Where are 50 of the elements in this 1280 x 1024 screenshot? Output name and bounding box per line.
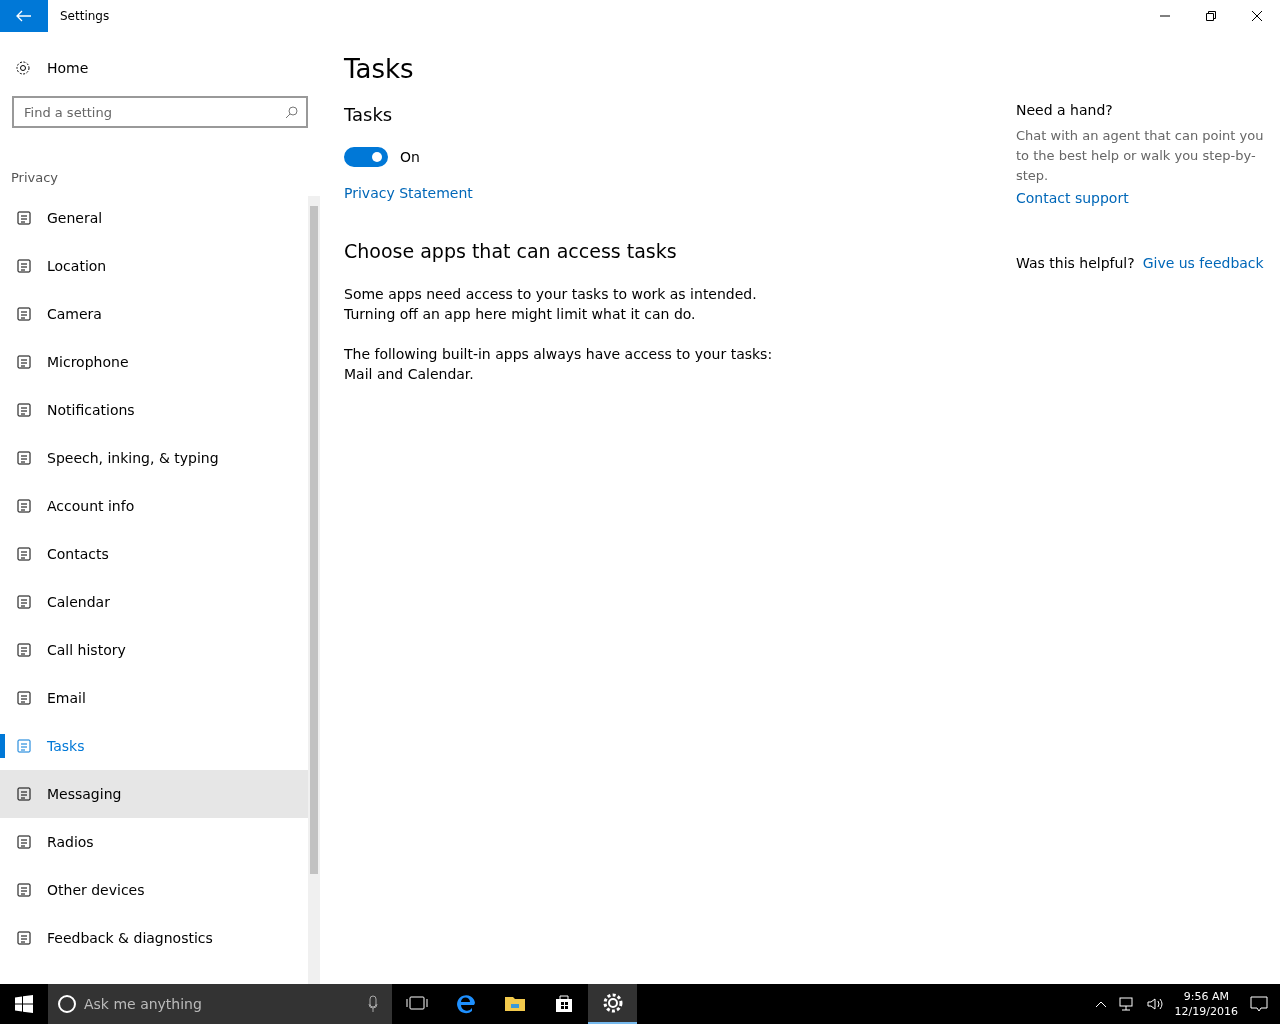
section-heading: Choose apps that can access tasks: [344, 240, 678, 262]
toggle-switch[interactable]: [344, 147, 388, 167]
search-field[interactable]: Find a setting: [12, 96, 308, 128]
window-title: Settings: [60, 9, 110, 23]
description-text: The following built-in apps always have access to your tasks: Mail and Calendar.: [344, 345, 774, 384]
sidebar-item[interactable]: Messaging: [0, 770, 308, 818]
help-title: Need a hand?: [1016, 102, 1114, 118]
chevron-up-icon: [1094, 1000, 1107, 1008]
section-title: Tasks: [344, 104, 394, 125]
feedback-link[interactable]: Give us feedback: [1142, 255, 1264, 271]
sidebar-item[interactable]: Call history: [0, 626, 308, 674]
sidebar-item[interactable]: Radios: [0, 818, 308, 866]
speaker-icon: [1146, 997, 1163, 1011]
back-button[interactable]: [0, 0, 48, 32]
sidebar-item[interactable]: Speech, inking, & typing: [0, 434, 308, 482]
taskbar-search-field[interactable]: Ask me anything: [48, 984, 392, 1024]
sidebar-item[interactable]: Contacts: [0, 530, 308, 578]
close-icon: [1252, 11, 1262, 21]
search-icon: [285, 106, 298, 119]
contact-support-link[interactable]: Contact support: [1016, 190, 1129, 206]
sidebar-item[interactable]: Other devices: [0, 866, 308, 914]
taskbar-app-button[interactable]: [588, 984, 637, 1024]
sidebar-item[interactable]: Email: [0, 674, 308, 722]
page-title: Tasks: [344, 54, 415, 84]
sidebar-item[interactable]: Location: [0, 242, 308, 290]
restore-icon: [1206, 11, 1216, 21]
home-nav-item[interactable]: Home: [0, 48, 320, 88]
privacy-statement-link[interactable]: Privacy Statement: [344, 185, 473, 201]
sidebar-item[interactable]: Camera: [0, 290, 308, 338]
section-label: Privacy: [10, 170, 60, 187]
scrollbar[interactable]: [308, 196, 320, 984]
clock-date: 12/19/2016: [1174, 1004, 1238, 1019]
sidebar-item[interactable]: General: [0, 194, 308, 242]
sidebar-item[interactable]: Feedback & diagnostics: [0, 914, 308, 962]
windows-logo-icon: [15, 995, 33, 1013]
sidebar-item[interactable]: Tasks: [0, 722, 308, 770]
back-arrow-icon: [16, 10, 32, 22]
toggle-label: On: [400, 149, 420, 165]
sidebar-item[interactable]: Calendar: [0, 578, 308, 626]
sidebar-item[interactable]: Account info: [0, 482, 308, 530]
sidebar-item[interactable]: Microphone: [0, 338, 308, 386]
notification-icon: [1250, 996, 1268, 1012]
description-text: Some apps need access to your tasks to work as intended. Turning off an app here might limit what it can do.: [344, 285, 758, 324]
sidebar-item[interactable]: Notifications: [0, 386, 308, 434]
help-text: Chat with an agent that can point you to the best help or walk you step-by-step.: [1016, 127, 1265, 185]
circle-icon: [57, 994, 77, 1014]
network-icon: [1118, 997, 1135, 1011]
clock-time: 9:56 AM: [1183, 989, 1229, 1004]
gear-icon: [15, 60, 31, 76]
helpful-question: Was this helpful?: [1016, 255, 1135, 271]
